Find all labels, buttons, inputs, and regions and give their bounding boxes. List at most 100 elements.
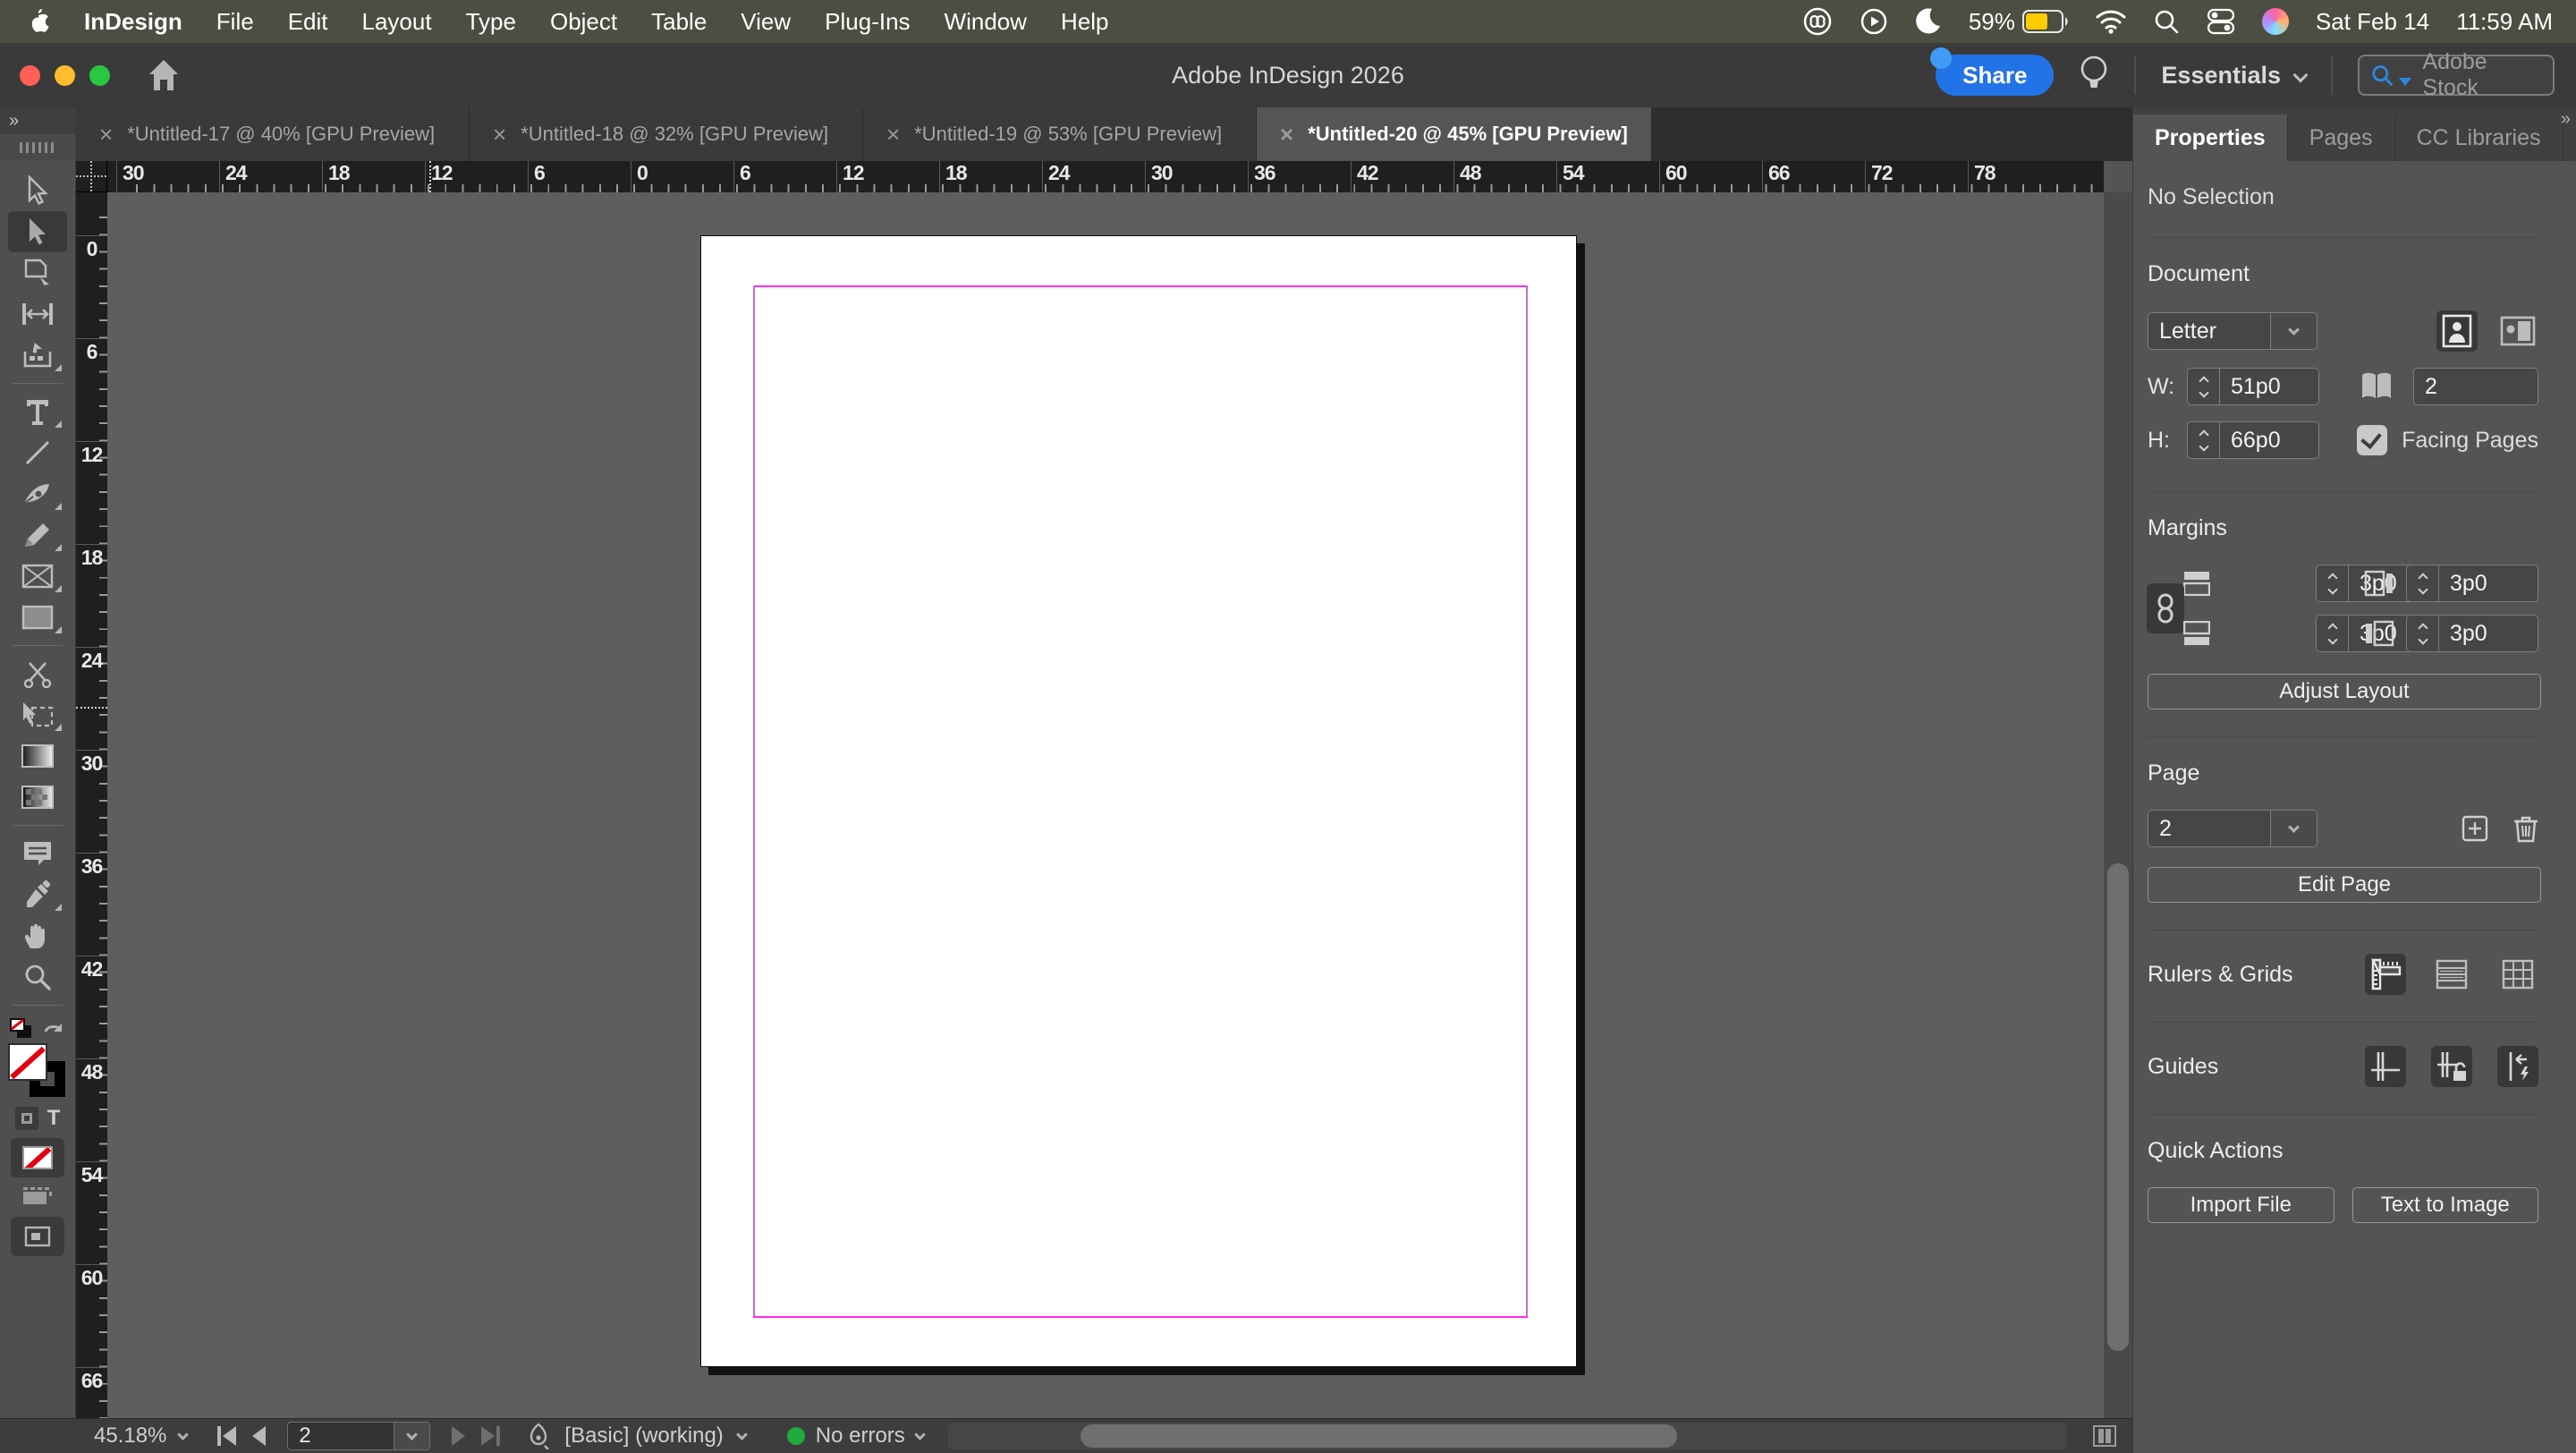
add-page-button[interactable] bbox=[2462, 815, 2488, 842]
battery-indicator[interactable]: 59% bbox=[1969, 8, 2069, 36]
free-transform-tool[interactable] bbox=[8, 694, 67, 735]
page-tool[interactable] bbox=[8, 252, 67, 293]
error-status-dropdown[interactable]: No errors bbox=[786, 1423, 926, 1449]
panel-tab[interactable]: Properties bbox=[2133, 115, 2288, 161]
zoom-tool[interactable] bbox=[8, 956, 67, 998]
document-tab[interactable]: *Untitled-17 @ 40% [GPU Preview] bbox=[76, 107, 470, 161]
scissors-tool[interactable] bbox=[8, 653, 67, 694]
next-page-button[interactable] bbox=[452, 1426, 466, 1446]
last-page-button[interactable] bbox=[481, 1426, 501, 1446]
learn-bulb-icon[interactable] bbox=[2079, 55, 2109, 96]
toolbar-drag-handle[interactable] bbox=[0, 134, 75, 161]
menu-view[interactable]: View bbox=[741, 8, 791, 36]
close-tab-icon[interactable] bbox=[99, 123, 113, 146]
menu-help[interactable]: Help bbox=[1061, 8, 1108, 36]
focus-moon-icon[interactable] bbox=[1915, 7, 1942, 36]
swap-fill-stroke-icon[interactable] bbox=[42, 1019, 65, 1039]
pen-tool[interactable] bbox=[8, 473, 67, 514]
width-stepper[interactable] bbox=[2188, 369, 2220, 404]
pasteboard[interactable] bbox=[107, 192, 2104, 1418]
page-select[interactable]: 2 bbox=[2148, 810, 2318, 847]
preflight-menu[interactable]: [Basic] (working) bbox=[527, 1423, 748, 1449]
pencil-tool[interactable] bbox=[8, 514, 67, 556]
link-margins-button[interactable] bbox=[2147, 583, 2184, 633]
document-page[interactable] bbox=[700, 235, 1577, 1367]
first-page-button[interactable] bbox=[217, 1426, 237, 1446]
screen-mode-button[interactable] bbox=[11, 1217, 64, 1256]
margin-top-stepper[interactable] bbox=[2317, 565, 2349, 601]
play-status-icon[interactable] bbox=[1860, 7, 1888, 36]
note-tool[interactable] bbox=[8, 833, 67, 874]
menu-object[interactable]: Object bbox=[550, 8, 617, 36]
menu-date[interactable]: Sat Feb 14 bbox=[2316, 8, 2429, 36]
ruler-origin-corner[interactable] bbox=[76, 161, 107, 192]
gradient-feather-tool[interactable] bbox=[8, 777, 67, 818]
gap-tool[interactable] bbox=[8, 293, 67, 335]
creative-cloud-icon[interactable] bbox=[1802, 6, 1833, 37]
height-stepper[interactable] bbox=[2188, 422, 2220, 458]
line-tool[interactable] bbox=[8, 432, 67, 473]
margin-outside-stepper[interactable] bbox=[2407, 616, 2439, 651]
baseline-grid-button[interactable] bbox=[2431, 954, 2472, 995]
page-number-field[interactable]: 2 bbox=[287, 1422, 431, 1450]
vertical-ruler[interactable]: 0 6 12 18 24 30 36 42 48 54 60 66 bbox=[76, 192, 107, 1418]
frame-tool[interactable] bbox=[8, 556, 67, 597]
zoom-level-dropdown[interactable]: 45.18% bbox=[94, 1423, 190, 1449]
adobe-stock-search[interactable]: Adobe Stock bbox=[2358, 49, 2555, 100]
document-tab[interactable]: *Untitled-19 @ 53% [GPU Preview] bbox=[863, 107, 1257, 161]
previous-page-button[interactable] bbox=[252, 1426, 267, 1446]
share-button[interactable]: Share bbox=[1930, 47, 2055, 96]
menu-file[interactable]: File bbox=[216, 8, 254, 36]
menu-time[interactable]: 11:59 AM bbox=[2456, 8, 2553, 36]
close-tab-icon[interactable] bbox=[1280, 123, 1293, 146]
panel-tab[interactable]: Pages bbox=[2288, 115, 2395, 161]
wifi-icon[interactable] bbox=[2096, 9, 2126, 34]
rectangle-tool[interactable] bbox=[8, 597, 67, 638]
horizontal-ruler[interactable]: 30 24 18 12 6 0 6 12 18 24 30 36 42 48 54 60 66 72 78 bbox=[107, 161, 2104, 192]
text-to-image-button[interactable]: Text to Image bbox=[2351, 1187, 2538, 1223]
delete-page-button[interactable] bbox=[2513, 814, 2538, 843]
margin-bottom-stepper[interactable] bbox=[2317, 616, 2349, 651]
page-count-field[interactable]: 2 bbox=[2413, 368, 2538, 405]
portrait-orientation-button[interactable] bbox=[2436, 310, 2478, 352]
panel-tab[interactable]: CC Libraries bbox=[2395, 115, 2563, 161]
margin-inside-stepper[interactable] bbox=[2407, 565, 2439, 601]
formatting-affects-container-icon[interactable] bbox=[14, 1107, 38, 1130]
close-window-button[interactable] bbox=[20, 64, 40, 86]
default-fill-stroke-icon[interactable] bbox=[10, 1018, 33, 1040]
horizontal-scrollbar[interactable] bbox=[948, 1423, 2066, 1449]
gradient-swatch-tool[interactable] bbox=[8, 735, 67, 777]
hand-tool[interactable] bbox=[8, 915, 67, 956]
vertical-scrollbar[interactable] bbox=[2104, 192, 2132, 1418]
close-tab-icon[interactable] bbox=[886, 123, 900, 146]
horizontal-scrollbar-thumb[interactable] bbox=[1080, 1424, 1677, 1448]
direct-selection-tool[interactable] bbox=[8, 211, 67, 252]
lock-guides-button[interactable] bbox=[2431, 1046, 2472, 1087]
facing-pages-checkbox[interactable] bbox=[2357, 425, 2388, 455]
spotlight-search-icon[interactable] bbox=[2153, 8, 2180, 35]
siri-icon[interactable] bbox=[2261, 8, 2289, 35]
selection-tool[interactable] bbox=[8, 170, 67, 211]
import-file-button[interactable]: Import File bbox=[2148, 1187, 2334, 1223]
landscape-orientation-button[interactable] bbox=[2497, 310, 2538, 352]
menu-plugins[interactable]: Plug-Ins bbox=[825, 8, 910, 36]
workspace-switcher[interactable]: Essentials bbox=[2161, 62, 2309, 89]
document-tab[interactable]: *Untitled-20 @ 45% [GPU Preview] bbox=[1257, 107, 1652, 161]
close-tab-icon[interactable] bbox=[493, 123, 506, 146]
menu-app-name[interactable]: InDesign bbox=[84, 8, 182, 36]
zoom-window-button[interactable] bbox=[89, 64, 110, 86]
menu-edit[interactable]: Edit bbox=[288, 8, 328, 36]
edit-page-button[interactable]: Edit Page bbox=[2148, 867, 2541, 903]
margin-inside-field[interactable]: 3p0 bbox=[2406, 565, 2538, 602]
toolbar-collapse-button[interactable] bbox=[0, 107, 75, 134]
document-tab[interactable]: *Untitled-18 @ 32% [GPU Preview] bbox=[470, 107, 863, 161]
width-field[interactable]: 51p0 bbox=[2187, 368, 2319, 405]
menu-type[interactable]: Type bbox=[466, 8, 516, 36]
type-tool[interactable] bbox=[8, 391, 67, 432]
home-icon[interactable] bbox=[146, 58, 182, 92]
page-size-select[interactable]: Letter bbox=[2148, 312, 2318, 350]
height-field[interactable]: 66p0 bbox=[2187, 421, 2319, 459]
document-grid-button[interactable] bbox=[2497, 954, 2538, 995]
menu-layout[interactable]: Layout bbox=[362, 8, 432, 36]
minimize-window-button[interactable] bbox=[55, 64, 75, 86]
